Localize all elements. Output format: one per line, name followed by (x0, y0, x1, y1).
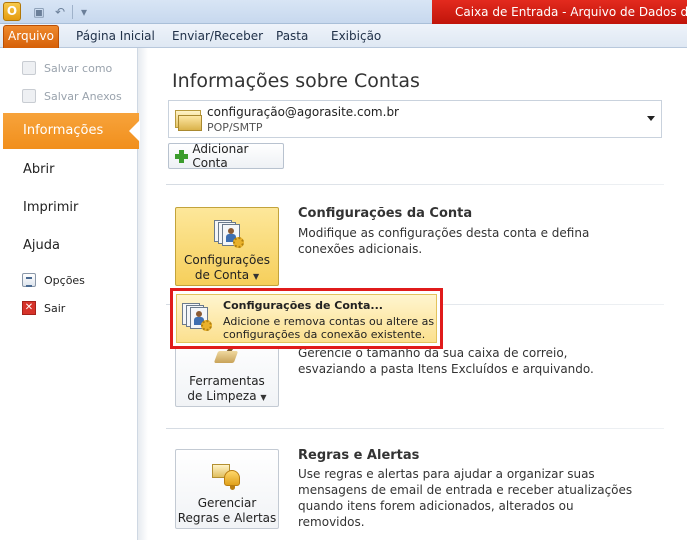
menu-item-title: Configurações de Conta... (223, 299, 383, 312)
rules-title: Regras e Alertas (298, 448, 420, 463)
cleanup-button-line2-wrap: de Limpeza ▼ (176, 389, 278, 405)
cleanup-description: Gerencie o tamanho da sua caixa de corre… (298, 346, 594, 376)
account-selector[interactable]: configuração@agorasite.com.br POP/SMTP (168, 100, 662, 138)
nav-save-as-label: Salvar como (44, 61, 113, 75)
account-settings-description: Modifique as configurações desta conta e… (298, 226, 590, 256)
save-as-icon (22, 61, 36, 75)
account-settings-title: Configurações da Conta (298, 206, 473, 221)
divider (166, 428, 664, 429)
tab-send-receive[interactable]: Enviar/Receber (172, 29, 263, 43)
nav-save-attachments-label: Salvar Anexos (44, 89, 122, 103)
outlook-app-icon[interactable]: O (3, 2, 21, 21)
account-settings-button-line1: Configurações (184, 253, 270, 267)
add-account-button[interactable]: Adicionar Conta (168, 142, 284, 170)
chevron-down-icon[interactable] (647, 116, 655, 121)
qat-separator (72, 5, 73, 19)
account-settings-button-line2: de Conta (194, 268, 250, 282)
menu-item-account-settings[interactable]: Configurações de Conta... Adicione e rem… (176, 294, 437, 343)
save-icon[interactable]: ▣ (31, 4, 47, 20)
customize-qat-icon[interactable]: ▾ (76, 4, 92, 20)
tab-view[interactable]: Exibição (331, 29, 381, 43)
tab-home[interactable]: Página Inicial (76, 29, 155, 43)
nav-print[interactable]: Imprimir (23, 200, 78, 215)
divider (166, 184, 664, 185)
undo-icon[interactable]: ↶ (52, 4, 68, 20)
cleanup-button-line1: Ferramentas (189, 374, 265, 388)
nav-options-label: Opções (44, 273, 85, 287)
rules-button-line1: Gerenciar (197, 496, 257, 510)
nav-save-attachments[interactable]: Salvar Anexos (22, 87, 122, 105)
exit-icon: ✕ (22, 301, 36, 315)
chevron-down-icon: ▼ (252, 272, 260, 281)
nav-info[interactable]: Informações (3, 113, 140, 149)
account-type: POP/SMTP (207, 121, 263, 134)
email-account-icon (175, 106, 203, 132)
save-attachments-icon (22, 89, 36, 103)
cleanup-button-line2: de Limpeza (187, 389, 257, 403)
add-account-label: Adicionar Conta (192, 142, 249, 170)
window-title: Caixa de Entrada - Arquivo de Dados do O… (455, 5, 687, 19)
account-settings-button[interactable]: Configurações de Conta ▼ (175, 207, 279, 286)
nav-help[interactable]: Ajuda (23, 238, 60, 253)
nav-open[interactable]: Abrir (23, 162, 54, 177)
nav-save-as[interactable]: Salvar como (22, 59, 112, 77)
rules-alerts-icon (212, 460, 244, 492)
chevron-down-icon: ▼ (260, 393, 267, 402)
rules-description: Use regras e alertas para ajudar a organ… (298, 467, 633, 529)
options-icon (22, 273, 36, 287)
ribbon-tabs: Arquivo Página Inicial Enviar/Receber Pa… (0, 24, 687, 48)
menu-item-description: Adicione e remova contas ou altere as co… (223, 315, 435, 341)
manage-rules-button[interactable]: Gerenciar Regras e Alertas (175, 449, 279, 529)
title-bar: O ▣ ↶ ▾ Caixa de Entrada - Arquivo de Da… (0, 0, 687, 24)
nav-exit-label: Sair (44, 301, 66, 315)
account-email: configuração@agorasite.com.br (207, 105, 399, 119)
tab-folder[interactable]: Pasta (276, 29, 308, 43)
tab-file[interactable]: Arquivo (3, 25, 59, 48)
nav-exit[interactable]: ✕ Sair (22, 299, 65, 317)
account-settings-menu: Configurações de Conta... Adicione e rem… (170, 288, 443, 349)
rules-button-line2: Regras e Alertas (177, 511, 277, 525)
plus-icon (175, 149, 189, 163)
account-settings-button-line2-wrap: de Conta ▼ (176, 268, 278, 284)
nav-options[interactable]: Opções (22, 271, 85, 289)
account-settings-icon (214, 218, 244, 248)
page-title: Informações sobre Contas (172, 70, 420, 92)
account-settings-icon (182, 301, 212, 331)
